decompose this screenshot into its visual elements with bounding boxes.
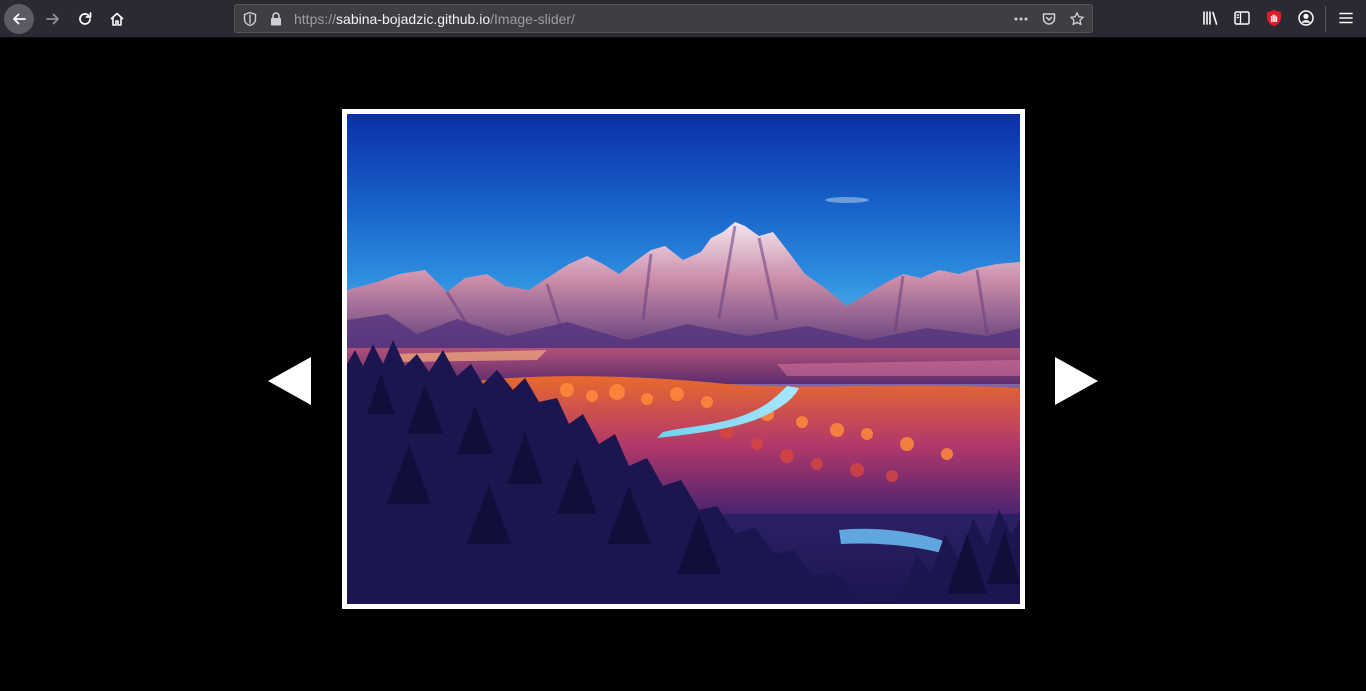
back-button[interactable]: [4, 4, 34, 34]
next-slide-button[interactable]: [1055, 357, 1098, 405]
bookmark-star-icon[interactable]: [1069, 11, 1085, 27]
browser-toolbar: https://sabina-bojadzic.github.io/Image-…: [0, 0, 1366, 38]
page-content: [0, 38, 1366, 691]
home-button[interactable]: [102, 4, 132, 34]
slide-image: [347, 114, 1020, 604]
back-arrow-icon: [13, 13, 26, 25]
sidebar-icon: [1234, 11, 1250, 25]
library-icon: [1203, 11, 1218, 25]
url-host: sabina-bojadzic.github.io: [336, 11, 491, 27]
url-text[interactable]: https://sabina-bojadzic.github.io/Image-…: [294, 11, 575, 27]
account-icon: [1298, 10, 1314, 26]
more-dots-icon[interactable]: [1013, 11, 1029, 27]
hamburger-menu-icon: [1339, 12, 1353, 24]
url-scheme: https://: [294, 11, 337, 27]
home-icon: [110, 12, 124, 26]
ublock-extension-icon: [1267, 10, 1281, 26]
tracking-shield-icon[interactable]: [242, 11, 258, 27]
menu-button[interactable]: [1337, 9, 1355, 27]
sidebar-button[interactable]: [1233, 9, 1251, 27]
forward-arrow-icon: [46, 13, 59, 25]
url-path: /Image-slider/: [490, 11, 575, 27]
url-bar[interactable]: https://sabina-bojadzic.github.io/Image-…: [234, 4, 1093, 33]
forward-button[interactable]: [38, 4, 68, 34]
pocket-icon[interactable]: [1041, 11, 1057, 27]
reload-button[interactable]: [70, 4, 100, 34]
lock-icon[interactable]: [268, 11, 284, 27]
ublock-extension-button[interactable]: [1265, 9, 1283, 27]
slide-frame: [342, 109, 1025, 609]
library-button[interactable]: [1201, 9, 1219, 27]
toolbar-separator: [1325, 6, 1326, 32]
prev-slide-button[interactable]: [268, 357, 311, 405]
reload-icon: [79, 12, 92, 25]
mountain-landscape-icon: [347, 197, 1020, 604]
account-button[interactable]: [1297, 9, 1315, 27]
